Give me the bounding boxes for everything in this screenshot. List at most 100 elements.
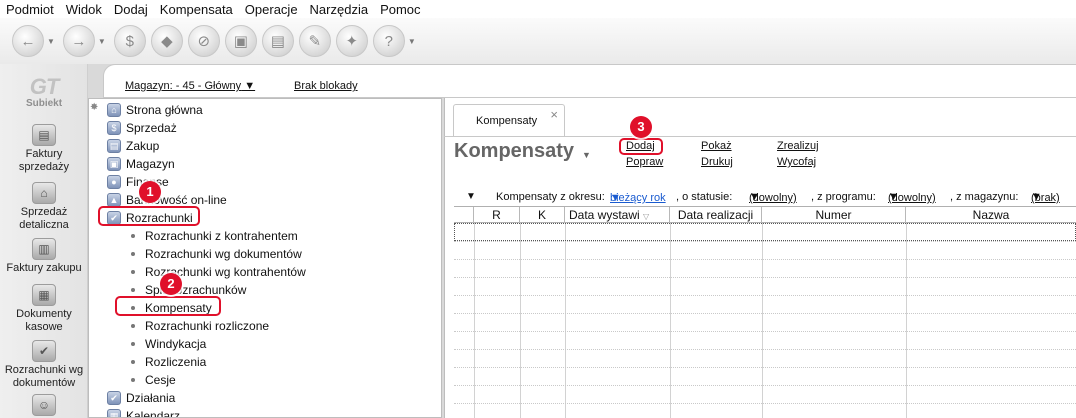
tab-kompensaty[interactable]: Kompensaty × [453, 104, 565, 136]
launcher-user[interactable]: ☺ [0, 394, 88, 418]
grid-vline [762, 223, 763, 418]
highlight-dodaj [619, 138, 663, 155]
column-header-blank[interactable] [454, 207, 474, 223]
menu-podmiot[interactable]: Podmiot [6, 2, 54, 17]
tree-node-sprzedaz[interactable]: $ Sprzedaż [107, 119, 177, 137]
grid-row-line [454, 349, 1076, 350]
step-badge-1: 1 [139, 181, 161, 203]
menu-widok[interactable]: Widok [66, 2, 102, 17]
help-dropdown-icon[interactable]: ▼ [408, 37, 416, 46]
help-icon[interactable]: ? [372, 25, 405, 57]
drukuj-link[interactable]: Drukuj [701, 156, 733, 168]
wycofaj-link[interactable]: Wycofaj [777, 156, 816, 168]
step-badge-3: 3 [630, 116, 652, 138]
menu-pomoc[interactable]: Pomoc [380, 2, 420, 17]
bullet-icon [131, 360, 135, 364]
grid-row-line [454, 241, 1076, 242]
tree-sub-windykacja[interactable]: Windykacja [131, 335, 206, 353]
grid-vline [670, 223, 671, 418]
grid-row-line [454, 385, 1076, 386]
grid-row-line [454, 259, 1076, 260]
grid-vline [906, 223, 907, 418]
grid-row-line [454, 277, 1076, 278]
box-icon[interactable]: ▤ [261, 25, 294, 57]
title-dropdown-icon[interactable]: ▼ [582, 150, 591, 160]
launcher-dokumenty-kasowe[interactable]: ▦ Dokumenty kasowe [0, 284, 88, 334]
dollar-icon[interactable]: $ [113, 25, 146, 57]
tree-sub-rozrachunki-wg-dokumentow[interactable]: Rozrachunki wg dokumentów [131, 245, 302, 263]
tree-sub-rozrachunki-wg-kontrahentow[interactable]: Rozrachunki wg kontrahentów [131, 263, 306, 281]
column-header-k[interactable]: K [520, 207, 565, 223]
highlight-kompensaty [115, 296, 221, 316]
grid-row-line [454, 367, 1076, 368]
menu-kompensata[interactable]: Kompensata [160, 2, 233, 17]
sort-icon: ▽ [643, 212, 650, 221]
tree-sub-rozrachunki-rozliczone[interactable]: Rozrachunki rozliczone [131, 317, 269, 335]
magazyn-selector[interactable]: Magazyn: - 45 - Główny ▼ [125, 80, 255, 92]
back-icon[interactable]: ← [12, 25, 44, 57]
grid-header: R K Data wystawi ▽ Data realizacji Numer… [454, 207, 1076, 223]
invoice-purchase-icon: ▥ [32, 238, 56, 260]
launcher-rozrachunki-wg-dokumentow[interactable]: ✔ Rozrachunki wg dokumentów [0, 340, 88, 390]
menu-dodaj[interactable]: Dodaj [114, 2, 148, 17]
tree-sub-rozliczenia[interactable]: Rozliczenia [131, 353, 206, 371]
toolbar: ← ▼ → ▼ $ ◆ ⊘ ▣ ▤ ✎ ✦ ? ▼ [0, 18, 1076, 64]
finance-icon: ● [107, 175, 121, 189]
pin-icon[interactable]: ✸ [90, 102, 98, 113]
bullet-icon [131, 324, 135, 328]
tree-node-strona-glowna[interactable]: ⌂ Strona główna [107, 101, 203, 119]
tree-node-kalendarz[interactable]: ▦ Kalendarz [107, 407, 180, 417]
settlements-icon: ✔ [32, 340, 56, 362]
kompensaty-grid[interactable]: R K Data wystawi ▽ Data realizacji Numer… [454, 206, 1076, 418]
bullet-icon [131, 234, 135, 238]
tree-sub-cesje[interactable]: Cesje [131, 371, 176, 389]
popraw-link[interactable]: Popraw [626, 156, 663, 168]
magazyn-filter[interactable]: (brak) ▼ [1031, 191, 1060, 204]
filter-bar: ▼ Kompensaty z okresu: bieżący rok ▼ , o… [466, 191, 1060, 204]
close-icon[interactable]: × [550, 107, 558, 122]
navigation-tree: ✸ ⌂ Strona główna $ Sprzedaż ▤ Zakup ▣ Magaz… [88, 98, 442, 418]
forward-dropdown-icon[interactable]: ▼ [98, 37, 106, 46]
menu-operacje[interactable]: Operacje [245, 2, 298, 17]
tree-sub-rozrachunki-z-kontrahentem[interactable]: Rozrachunki z kontrahentem [131, 227, 298, 245]
actions-icon: ✔ [107, 391, 121, 405]
launcher-faktury-sprzedazy[interactable]: ▤ Faktury sprzedaży [0, 124, 88, 174]
column-header-nazwa[interactable]: Nazwa [906, 207, 1076, 223]
tree-node-magazyn[interactable]: ▣ Magazyn [107, 155, 175, 173]
user-icon: ☺ [32, 394, 56, 416]
grid-row-line [454, 295, 1076, 296]
collapse-arrow-icon[interactable]: ▼ [466, 191, 476, 202]
tree-node-zakup[interactable]: ▤ Zakup [107, 137, 159, 155]
pin-icon[interactable]: ✦ [335, 25, 368, 57]
program-filter[interactable]: (dowolny) ▼ [888, 191, 936, 204]
forward-icon[interactable]: → [62, 25, 95, 57]
no-entry-icon[interactable]: ⊘ [187, 25, 220, 57]
blokada-link[interactable]: Brak blokady [294, 80, 358, 92]
lock-icon[interactable]: ▣ [224, 25, 257, 57]
launcher-sprzedaz-detaliczna[interactable]: ⌂ Sprzedaż detaliczna [0, 182, 88, 232]
column-header-data-wystawienia[interactable]: Data wystawi ▽ [565, 207, 670, 223]
calendar-icon: ▦ [107, 409, 121, 417]
pen-icon[interactable]: ✎ [298, 25, 331, 57]
pokaz-link[interactable]: Pokaż [701, 140, 732, 152]
bullet-icon [131, 342, 135, 346]
grid-vline [474, 223, 475, 418]
menu-narzedzia[interactable]: Narzędzia [310, 2, 369, 17]
zrealizuj-link[interactable]: Zrealizuj [777, 140, 819, 152]
sales-icon: $ [107, 121, 121, 135]
menu-bar: Podmiot Widok Dodaj Kompensata Operacje … [0, 0, 1076, 18]
column-header-numer[interactable]: Numer [762, 207, 906, 223]
grid-row-line [454, 403, 1076, 404]
bullet-icon [131, 270, 135, 274]
eraser-icon[interactable]: ◆ [150, 25, 183, 57]
tree-node-dzialania[interactable]: ✔ Działania [107, 389, 175, 407]
column-header-r[interactable]: R [474, 207, 520, 223]
back-dropdown-icon[interactable]: ▼ [47, 37, 55, 46]
launcher-faktury-zakupu[interactable]: ▥ Faktury zakupu [0, 238, 88, 275]
home-icon: ⌂ [107, 103, 121, 117]
selected-row[interactable] [454, 223, 1076, 241]
bullet-icon [131, 378, 135, 382]
status-filter[interactable]: (dowolny) ▼ [749, 191, 797, 204]
column-header-data-realizacji[interactable]: Data realizacji [670, 207, 762, 223]
bullet-icon [131, 288, 135, 292]
